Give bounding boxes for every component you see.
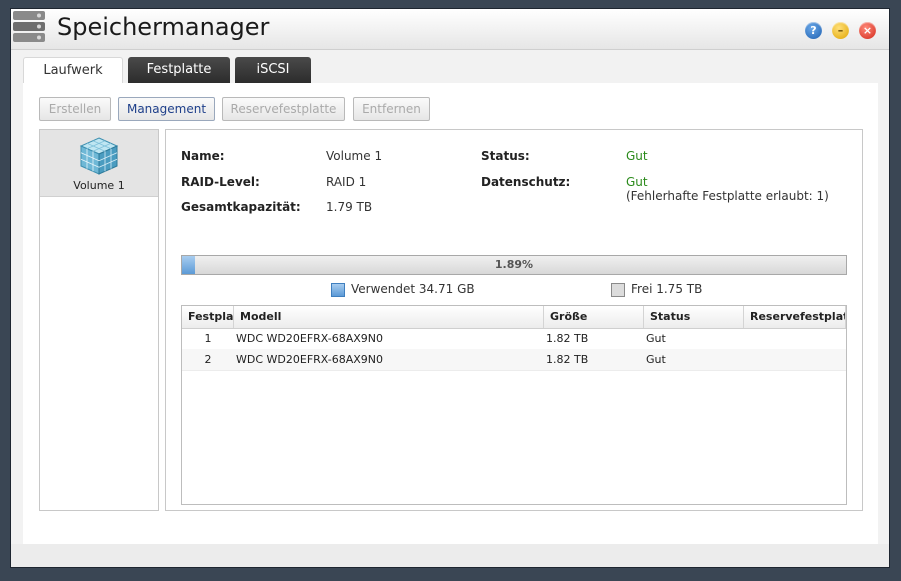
- cell-spare: [746, 328, 842, 349]
- help-icon[interactable]: ?: [805, 22, 822, 39]
- cell-size: 1.82 TB: [546, 353, 589, 366]
- title-bar[interactable]: Speichermanager ? – ×: [11, 9, 889, 50]
- free-legend-swatch: [611, 283, 625, 297]
- used-legend-swatch: [331, 283, 345, 297]
- data-protection-label: Datenschutz:: [481, 175, 571, 189]
- column-header-size[interactable]: Größe: [544, 306, 644, 328]
- status-label: Status:: [481, 149, 530, 163]
- volume-list: Volume 1: [39, 129, 159, 511]
- create-button[interactable]: Erstellen: [39, 97, 111, 121]
- disk-table-header: Festplatte Modell Größe Status Reservefe…: [182, 306, 846, 329]
- volume-list-item[interactable]: Volume 1: [40, 130, 158, 197]
- cell-disk: 2: [204, 353, 212, 366]
- name-value: Volume 1: [326, 149, 383, 163]
- volume-label: Volume 1: [73, 179, 125, 192]
- column-header-spare[interactable]: Reservefestplatte: [744, 306, 846, 328]
- storage-manager-app-icon: [11, 9, 47, 43]
- tab-iscsi[interactable]: iSCSI: [235, 57, 311, 83]
- volume-detail-panel: Name: Volume 1 RAID-Level: RAID 1 Gesamt…: [165, 129, 863, 511]
- minimize-icon[interactable]: –: [832, 22, 849, 39]
- total-capacity-label: Gesamtkapazität:: [181, 200, 301, 214]
- tab-festplatte[interactable]: Festplatte: [128, 57, 230, 83]
- cell-status: Gut: [646, 353, 666, 366]
- data-protection-value: Gut: [626, 175, 648, 189]
- close-icon[interactable]: ×: [859, 22, 876, 39]
- remove-button[interactable]: Entfernen: [353, 97, 430, 121]
- column-header-disk[interactable]: Festplatte: [182, 306, 234, 328]
- cell-model: WDC WD20EFRX-68AX9N0: [236, 353, 384, 366]
- volume-cube-icon: [77, 136, 121, 176]
- cell-spare: [746, 349, 842, 370]
- cell-size: 1.82 TB: [546, 332, 589, 345]
- data-protection-note: (Fehlerhafte Festplatte erlaubt: 1): [626, 189, 829, 203]
- used-legend-label: Verwendet 34.71 GB: [351, 282, 475, 296]
- status-value: Gut: [626, 149, 648, 163]
- cell-disk: 1: [204, 332, 212, 345]
- management-button[interactable]: Management: [118, 97, 215, 121]
- tab-laufwerk[interactable]: Laufwerk: [23, 57, 123, 84]
- storage-manager-window: Speichermanager ? – × Laufwerk Festplatt…: [10, 8, 890, 568]
- table-row[interactable]: 2 WDC WD20EFRX-68AX9N0 1.82 TB Gut: [182, 349, 846, 371]
- total-capacity-value: 1.79 TB: [326, 200, 373, 214]
- column-header-model[interactable]: Modell: [234, 306, 544, 328]
- cell-model: WDC WD20EFRX-68AX9N0: [236, 332, 384, 345]
- column-header-status[interactable]: Status: [644, 306, 744, 328]
- table-row[interactable]: 1 WDC WD20EFRX-68AX9N0 1.82 TB Gut: [182, 328, 846, 350]
- raid-level-label: RAID-Level:: [181, 175, 260, 189]
- free-legend-label: Frei 1.75 TB: [631, 282, 703, 296]
- raid-level-value: RAID 1: [326, 175, 367, 189]
- spare-disk-button[interactable]: Reservefestplatte: [222, 97, 345, 121]
- window-footer: [11, 544, 889, 567]
- usage-progress-bar: 1.89%: [181, 255, 847, 275]
- usage-percent-text: 1.89%: [494, 258, 534, 271]
- window-title: Speichermanager: [57, 13, 270, 41]
- tab-content-laufwerk: Erstellen Management Reservefestplatte E…: [23, 83, 878, 544]
- name-label: Name:: [181, 149, 225, 163]
- disk-table: Festplatte Modell Größe Status Reservefe…: [181, 305, 847, 505]
- cell-status: Gut: [646, 332, 666, 345]
